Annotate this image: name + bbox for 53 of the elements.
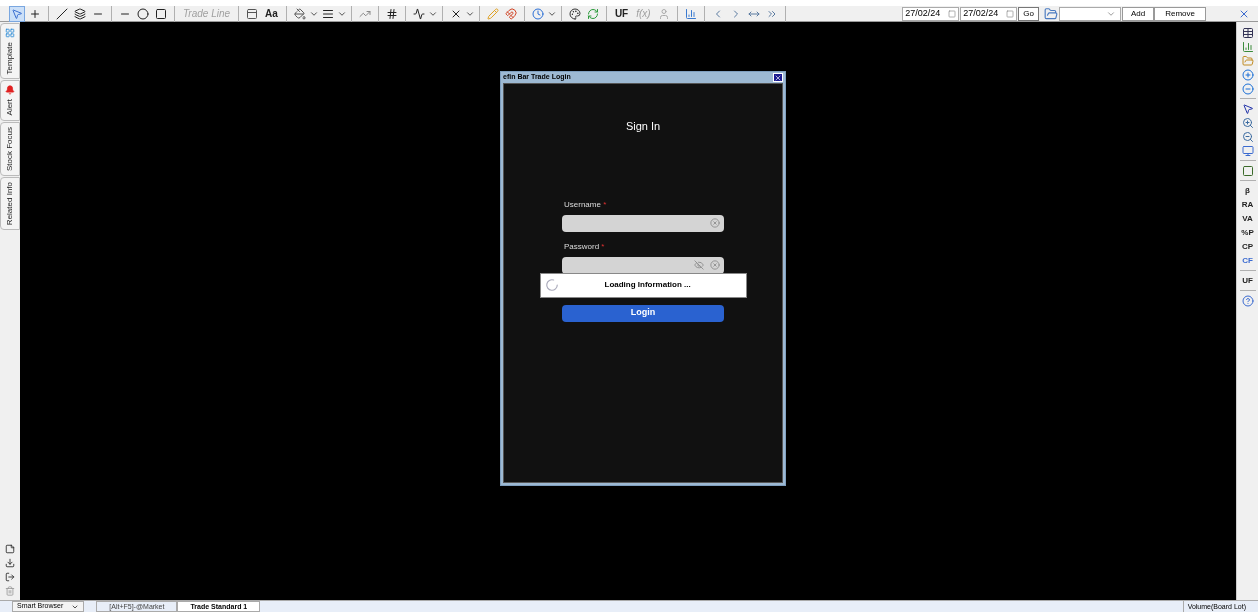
side-tab[interactable]: Stock Focus <box>0 121 20 176</box>
plus-icon[interactable] <box>1240 68 1255 81</box>
side-tab[interactable]: Related Info <box>0 176 20 231</box>
trash-icon[interactable] <box>5 586 15 596</box>
tool-button[interactable]: VA <box>1242 212 1253 225</box>
tool-button[interactable]: CP <box>1241 240 1254 253</box>
screen-icon[interactable] <box>1240 144 1255 157</box>
password-field[interactable] <box>562 256 724 274</box>
palette-icon[interactable] <box>566 5 583 22</box>
login-button[interactable]: Login <box>562 304 724 322</box>
eye-off-icon[interactable] <box>694 260 704 270</box>
zoom-in-icon[interactable] <box>1240 116 1255 129</box>
clear-icon[interactable] <box>710 260 720 270</box>
dropdown-field[interactable] <box>1058 6 1121 21</box>
side-tab[interactable]: Alert <box>0 80 20 121</box>
help-icon[interactable] <box>1240 294 1255 307</box>
go-button[interactable]: Go <box>1018 6 1039 21</box>
grid-icon <box>5 28 15 38</box>
tool-button[interactable]: %P <box>1241 226 1254 239</box>
note-icon[interactable] <box>5 544 15 554</box>
bell-icon <box>5 85 15 96</box>
folder-icon[interactable] <box>1042 6 1059 21</box>
close-button[interactable] <box>773 73 783 82</box>
circle-icon[interactable] <box>135 5 151 22</box>
side-tab[interactable]: Template <box>0 23 20 80</box>
clear-icon[interactable] <box>710 218 720 228</box>
export-icon[interactable] <box>5 572 15 582</box>
remove-button[interactable]: Remove <box>1154 6 1206 21</box>
fill-icon[interactable] <box>291 5 308 22</box>
download-icon[interactable] <box>5 558 15 568</box>
tool-button[interactable]: UF <box>1242 274 1253 287</box>
folder-icon[interactable] <box>1240 54 1255 67</box>
minus-icon[interactable] <box>1240 82 1255 95</box>
zoom-out-icon[interactable] <box>1240 130 1255 143</box>
username-field[interactable] <box>562 214 724 232</box>
clock-icon[interactable] <box>529 5 546 22</box>
field-label: Password * <box>564 240 606 253</box>
spinner-icon <box>544 278 559 292</box>
cursor-icon[interactable] <box>1240 102 1255 115</box>
table-icon[interactable] <box>1240 26 1255 39</box>
sign-in-heading: Sign In <box>625 119 661 134</box>
field-label: Username * <box>564 198 608 211</box>
pencil-icon[interactable] <box>484 5 501 22</box>
tool-button[interactable]: RA <box>1241 198 1254 211</box>
loading-text: Loading Information ... <box>604 279 691 291</box>
add-button[interactable]: Add <box>1121 6 1155 21</box>
tool-button[interactable]: β <box>1245 184 1250 197</box>
date-field[interactable]: 27/02/24 <box>902 6 960 21</box>
toolbar-button[interactable]: Aa <box>261 5 282 22</box>
magnet-icon[interactable] <box>502 5 519 22</box>
tool-button[interactable]: CF <box>1242 254 1253 267</box>
toolbar-button[interactable]: UF <box>610 5 633 22</box>
date-field[interactable]: 27/02/24 <box>960 6 1018 21</box>
